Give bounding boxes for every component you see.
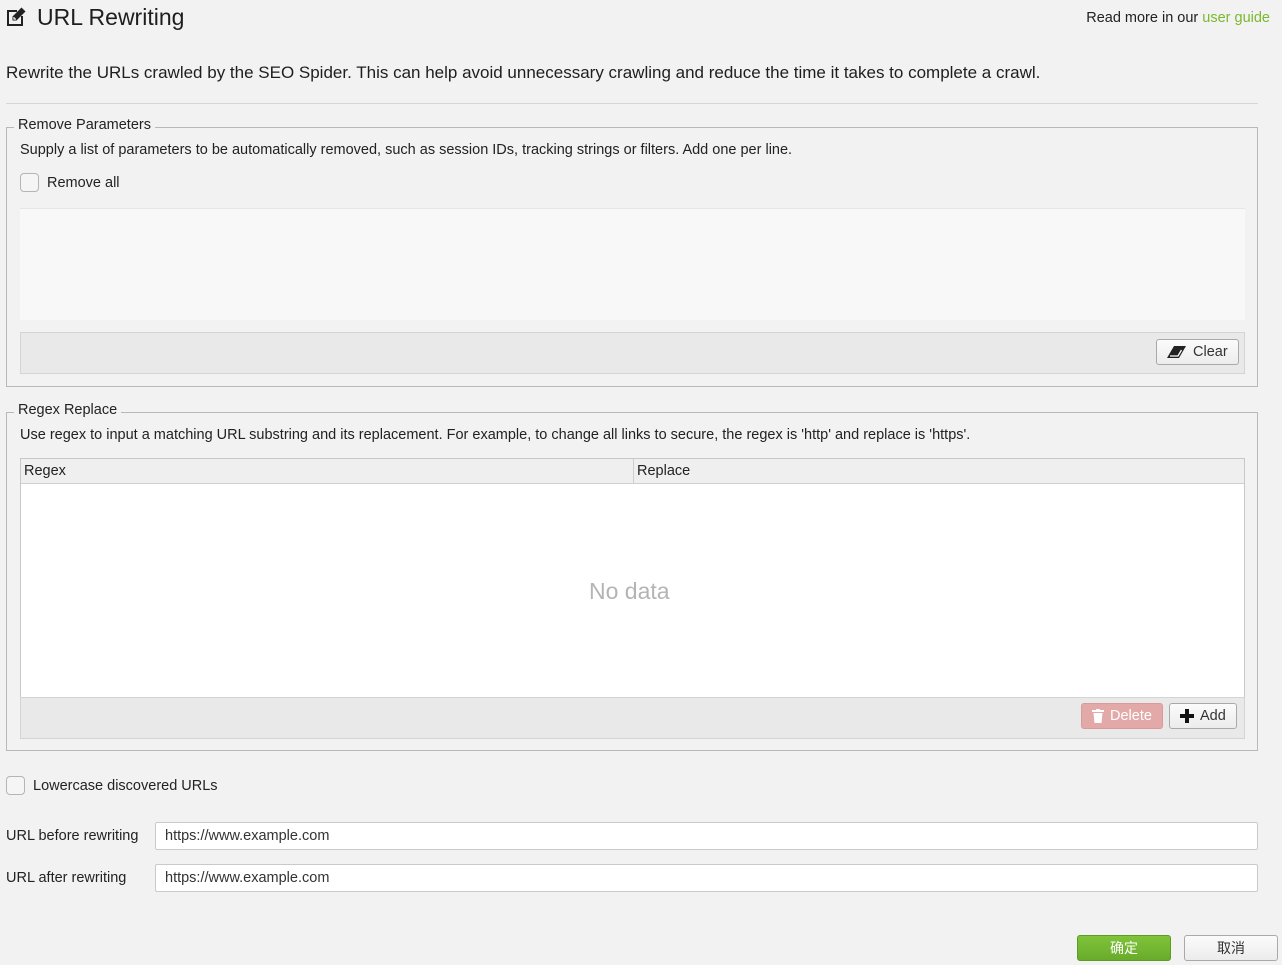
clear-label: Clear bbox=[1193, 344, 1228, 360]
delete-button[interactable]: Delete bbox=[1081, 703, 1163, 729]
lowercase-checkbox[interactable] bbox=[6, 776, 25, 795]
remove-all-checkbox[interactable] bbox=[20, 173, 39, 192]
intro-text: Rewrite the URLs crawled by the SEO Spid… bbox=[6, 63, 1041, 82]
url-before-input[interactable] bbox=[155, 822, 1258, 850]
trash-icon bbox=[1092, 709, 1104, 723]
no-data-text: No data bbox=[589, 578, 670, 604]
read-more-prefix: Read more in our bbox=[1086, 10, 1203, 26]
plus-icon bbox=[1180, 709, 1194, 723]
url-before-label: URL before rewriting bbox=[6, 828, 139, 844]
regex-table-header: Regex Replace bbox=[21, 459, 1244, 484]
cancel-button[interactable]: 取消 bbox=[1184, 935, 1278, 961]
edit-icon bbox=[7, 7, 26, 26]
url-after-input[interactable] bbox=[155, 864, 1258, 892]
clear-button[interactable]: Clear bbox=[1156, 339, 1239, 365]
add-button[interactable]: Add bbox=[1169, 703, 1237, 729]
url-after-label: URL after rewriting bbox=[6, 870, 127, 886]
parameters-textarea[interactable] bbox=[20, 208, 1245, 320]
remove-all-label: Remove all bbox=[47, 174, 120, 191]
divider bbox=[6, 103, 1258, 104]
lowercase-label: Lowercase discovered URLs bbox=[33, 777, 218, 794]
remove-all-row[interactable]: Remove all bbox=[20, 173, 120, 192]
lowercase-row[interactable]: Lowercase discovered URLs bbox=[6, 776, 218, 795]
add-label: Add bbox=[1200, 708, 1226, 724]
regex-toolbar bbox=[20, 697, 1245, 739]
user-guide-link[interactable]: user guide bbox=[1202, 10, 1270, 26]
read-more-text: Read more in our user guide bbox=[1086, 10, 1270, 26]
column-header-replace[interactable]: Replace bbox=[633, 459, 1244, 483]
page-title: URL Rewriting bbox=[37, 4, 185, 30]
regex-replace-help: Use regex to input a matching URL substr… bbox=[20, 427, 971, 443]
remove-parameters-help: Supply a list of parameters to be automa… bbox=[20, 142, 793, 158]
remove-parameters-legend: Remove Parameters bbox=[14, 117, 155, 133]
column-header-regex[interactable]: Regex bbox=[21, 459, 633, 483]
ok-button[interactable]: 确定 bbox=[1077, 935, 1171, 961]
delete-label: Delete bbox=[1110, 708, 1152, 724]
eraser-icon bbox=[1167, 346, 1186, 358]
parameters-toolbar bbox=[20, 332, 1245, 374]
regex-replace-legend: Regex Replace bbox=[14, 402, 122, 418]
